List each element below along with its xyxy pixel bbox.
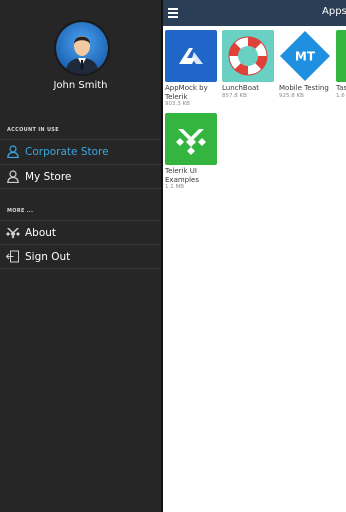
divider <box>0 268 161 269</box>
menu-item-label: Sign Out <box>25 250 71 263</box>
menu-item-corporate-store[interactable]: Corporate Store <box>0 139 161 163</box>
app-name: Tas <box>336 84 346 92</box>
user-icon <box>6 145 20 159</box>
menu-item-label: Corporate Store <box>25 145 109 158</box>
menu-item-sign-out[interactable]: Sign Out <box>0 244 161 268</box>
app-size: 1.1 MB <box>165 184 185 190</box>
divider <box>0 188 161 189</box>
sign-out-icon <box>6 250 20 264</box>
app-tile-tas[interactable] <box>336 30 346 82</box>
app-tile-telerik-ui-examples[interactable] <box>165 113 217 165</box>
avatar[interactable] <box>54 20 110 76</box>
account-section-title: ACCOUNT IN USE <box>7 127 59 133</box>
svg-text:MT: MT <box>295 50 316 64</box>
hamburger-menu-icon[interactable] <box>168 8 178 18</box>
app-tile-mobile-testing[interactable]: MT <box>279 30 331 82</box>
page-title: Apps <box>322 6 346 17</box>
menu-item-about[interactable]: About <box>0 220 161 244</box>
top-bar: Apps <box>163 0 346 26</box>
app-name: Mobile Testing <box>279 84 329 92</box>
more-section-title: MORE ... <box>7 208 34 214</box>
app-size: 925.8 KB <box>279 93 304 99</box>
user-icon <box>6 170 20 184</box>
user-name: John Smith <box>53 80 108 91</box>
app-size: 857.8 KB <box>222 93 247 99</box>
menu-item-label: My Store <box>25 170 72 183</box>
app-size: 903.3 KB <box>165 101 190 107</box>
menu-item-my-store[interactable]: My Store <box>0 164 161 188</box>
telerik-about-icon <box>6 226 20 240</box>
app-name: Telerik UI Examples <box>165 167 200 184</box>
navigation-drawer: John Smith ACCOUNT IN USE Corporate Stor… <box>0 0 161 512</box>
app-tile-appmock[interactable] <box>165 30 217 82</box>
apps-panel: Apps AppMock by Telerik 903.3 KB LunchBo… <box>163 0 346 512</box>
app-tile-lunchboat[interactable] <box>222 30 274 82</box>
app-name: AppMock by Telerik <box>165 84 208 101</box>
menu-item-label: About <box>25 226 57 239</box>
app-size: 1.6 <box>336 93 345 99</box>
app-name: LunchBoat <box>222 84 260 92</box>
